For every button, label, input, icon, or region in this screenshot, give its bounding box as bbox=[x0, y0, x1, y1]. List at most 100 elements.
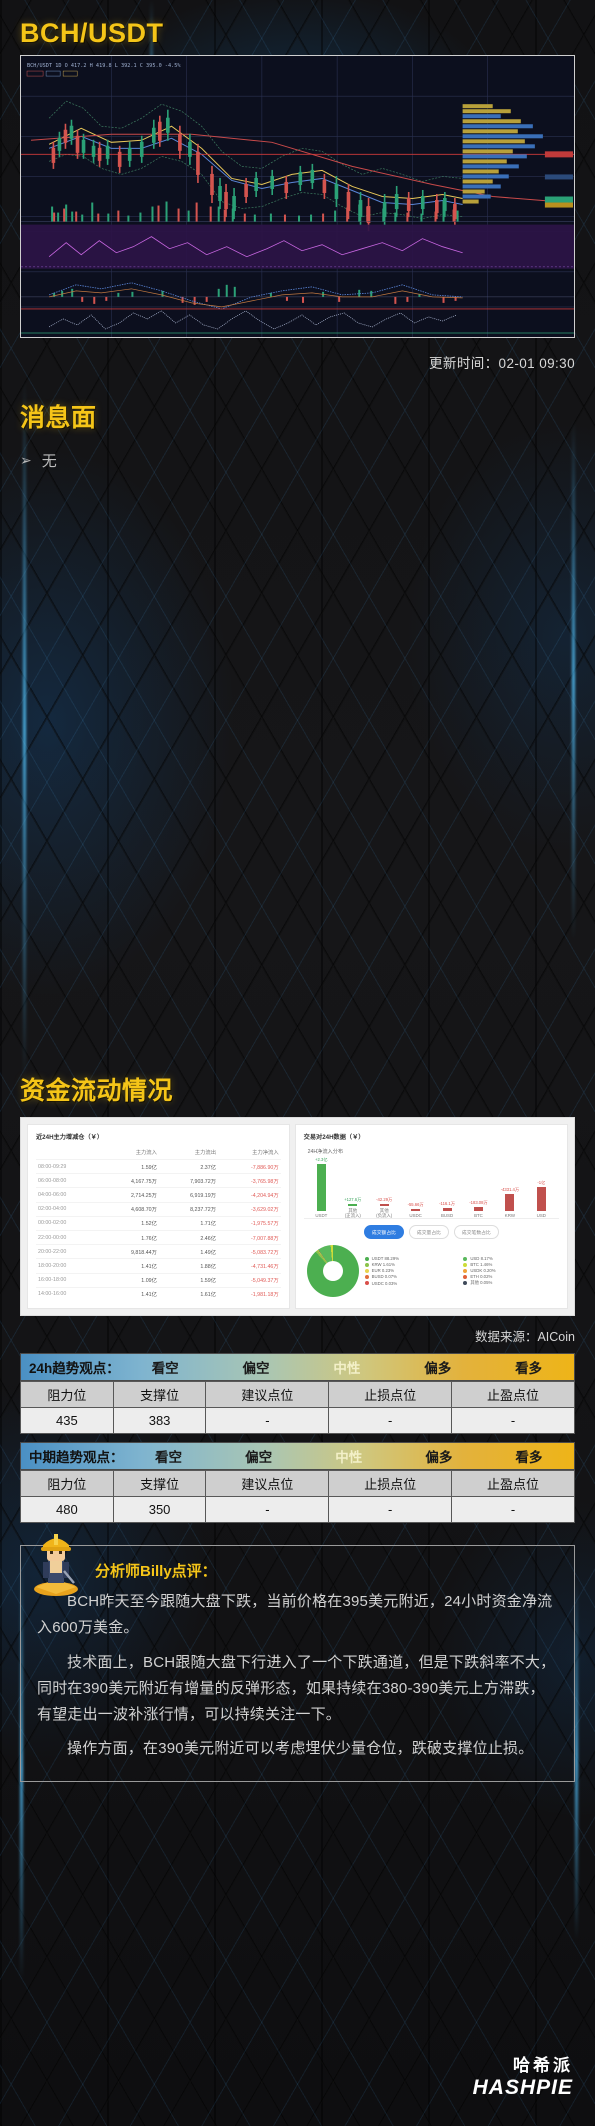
bar-rect bbox=[379, 1204, 389, 1206]
cell-outflow: 1.49亿 bbox=[158, 1244, 218, 1259]
cell-outflow: 1.88亿 bbox=[158, 1258, 218, 1274]
table-row: 22:00-00:00 1.76亿 2.46亿 -7,007.88万 bbox=[36, 1229, 281, 1245]
brand-name-cn: 哈希派 bbox=[513, 2055, 573, 2075]
bar-category-label: BTC bbox=[474, 1212, 483, 1218]
td-support: 350 bbox=[112, 1496, 207, 1524]
trend-24h-scale: 看空 偏空 中性 偏多 看多 bbox=[120, 1357, 574, 1377]
scale-neutral: 中性 bbox=[335, 1450, 363, 1466]
ratio-donut-chart bbox=[306, 1245, 359, 1298]
bar-column: +127.6万 其他 (正流入) bbox=[337, 1157, 368, 1218]
th-resistance: 阻力位 bbox=[20, 1381, 114, 1409]
trend-mid-label: 中期趋势观点： bbox=[29, 1450, 124, 1466]
td-support: 383 bbox=[112, 1407, 207, 1435]
cell-inflow: 1.41亿 bbox=[99, 1258, 159, 1274]
legend-color-swatch bbox=[364, 1256, 369, 1261]
table-row: 18:00-20:00 1.41亿 1.88亿 -4,731.46万 bbox=[36, 1258, 281, 1274]
legend-label: BTC 1.46% bbox=[470, 1262, 493, 1268]
page-title: BCH/USDT bbox=[20, 18, 164, 48]
pair-24h-data-panel: 交易对24H数据（￥） 24H净流入分布 +2.3亿 USDT +127.6万 其他(… bbox=[294, 1124, 568, 1310]
scale-slightly-bearish: 偏空 bbox=[245, 1450, 273, 1466]
cell-inflow: 1.59亿 bbox=[99, 1159, 159, 1174]
cell-outflow: 1.61亿 bbox=[158, 1286, 218, 1301]
cell-time: 20:00-22:00 bbox=[36, 1244, 100, 1259]
analyst-paragraph: 操作方面，在390美元附近可以考虑埋伏少量仓位，跌破支撑位止损。 bbox=[67, 1740, 534, 1758]
bars-title: 24H净流入分布 bbox=[307, 1149, 344, 1156]
legend-item: 其他 0.05% bbox=[463, 1280, 556, 1286]
th-entry: 建议点位 bbox=[205, 1381, 330, 1409]
legend-label: USDC 0.03% bbox=[371, 1280, 398, 1286]
legend-item: BTC 1.46% bbox=[463, 1262, 556, 1267]
td-takeprofit: - bbox=[451, 1496, 575, 1524]
cell-inflow: 9,818.44万 bbox=[99, 1244, 159, 1259]
legend-label: USDK 0.20% bbox=[470, 1268, 496, 1274]
trend-24h-table: 阻力位 支撑位 建议点位 止损点位 止盈点位 435 383 - - - bbox=[20, 1381, 575, 1435]
trend-mid-block: 中期趋势观点： 看空 偏空 中性 偏多 看多 阻力位 支撑位 建议点位 止损点位… bbox=[20, 1442, 575, 1524]
table-row: 20:00-22:00 9,818.44万 1.49亿 -5,083.72万 bbox=[36, 1244, 281, 1259]
table-row: 16:00-18:00 1.09亿 1.59亿 -5,049.37万 bbox=[36, 1272, 281, 1288]
fund-flow-card[interactable]: 近24H主力增减仓（￥） 主力流入 主力流出 主力净流入 08:00-09:29… bbox=[20, 1117, 575, 1317]
legend-label: EUR 0.23% bbox=[371, 1268, 395, 1274]
ratio-tab-2[interactable]: 成交笔数占比 bbox=[453, 1225, 499, 1240]
trend-mid-table: 阻力位 支撑位 建议点位 止损点位 止盈点位 480 350 - - - bbox=[20, 1470, 575, 1524]
scale-slightly-bearish: 偏空 bbox=[242, 1361, 270, 1377]
td-entry: - bbox=[205, 1407, 330, 1435]
trend-mid-value-row: 480 350 - - - bbox=[20, 1496, 575, 1524]
scale-bullish: 看多 bbox=[515, 1450, 543, 1466]
legend-label: ETH 0.02% bbox=[470, 1274, 493, 1280]
legend-item: USDT 88.29% bbox=[364, 1256, 458, 1262]
scale-slightly-bullish: 偏多 bbox=[424, 1361, 452, 1377]
bar-rect bbox=[316, 1164, 326, 1211]
bar-value-label: +127.6万 bbox=[344, 1197, 362, 1203]
bar-column: -55.66万 USDC bbox=[400, 1157, 431, 1218]
td-resistance: 480 bbox=[20, 1496, 114, 1524]
legend-item: BUSD 0.07% bbox=[364, 1274, 458, 1279]
bar-value-label: +2.3亿 bbox=[315, 1157, 328, 1163]
td-takeprofit: - bbox=[451, 1407, 575, 1435]
legend-label: KRW 1.61% bbox=[371, 1262, 395, 1268]
cell-netflow: -1,981.18万 bbox=[218, 1286, 281, 1301]
bar-rect bbox=[442, 1207, 452, 1211]
cell-netflow: -4,731.46万 bbox=[218, 1258, 281, 1274]
analyst-paragraph: BCH昨天至今跟随大盘下跌，当前价格在395美元附近，24小时资金净流入600万… bbox=[37, 1593, 553, 1637]
ratio-tab-1[interactable]: 成交量占比 bbox=[408, 1225, 449, 1240]
analyst-paragraph: 技术面上，BCH跟随大盘下行进入了一个下跌通道，但是下跌斜率不大，同时在390美… bbox=[37, 1653, 556, 1724]
ratio-tab-0[interactable]: 成交额占比 bbox=[363, 1225, 404, 1240]
kline-chart-svg: BCH/USDT 1D O 417.2 H 419.8 L 392.1 C 39… bbox=[21, 56, 574, 338]
legend-color-swatch bbox=[463, 1268, 468, 1273]
cell-time: 04:00-06:00 bbox=[36, 1187, 100, 1203]
bar-rect bbox=[473, 1207, 483, 1211]
legend-item: EUR 0.23% bbox=[364, 1268, 458, 1274]
legend-item: KRW 1.61% bbox=[364, 1262, 458, 1268]
legend-item: ETH 0.02% bbox=[463, 1274, 556, 1279]
bar-value-label: -4331.4万 bbox=[500, 1186, 520, 1192]
trend-24h-label: 24h趋势观点： bbox=[29, 1361, 120, 1377]
cell-inflow: 1.76亿 bbox=[99, 1229, 159, 1245]
cell-inflow: 1.09亿 bbox=[99, 1272, 159, 1288]
legend-color-swatch bbox=[463, 1274, 468, 1279]
kline-chart-panel[interactable]: BCH/USDT 1D O 417.2 H 419.8 L 392.1 C 39… bbox=[20, 55, 575, 339]
cell-time: 18:00-20:00 bbox=[36, 1258, 100, 1274]
legend-label: USDT 88.29% bbox=[371, 1256, 400, 1262]
trend-mid-scale: 看空 偏空 中性 偏多 看多 bbox=[124, 1446, 575, 1466]
cell-time: 08:00-09:29 bbox=[36, 1159, 100, 1174]
bar-category-label: USDC bbox=[409, 1212, 422, 1218]
scale-slightly-bullish: 偏多 bbox=[425, 1450, 453, 1466]
th-takeprofit: 止盈点位 bbox=[451, 1381, 575, 1409]
cell-netflow: -7,886.90万 bbox=[218, 1159, 281, 1174]
bar-value-label: -183.08万 bbox=[469, 1200, 488, 1206]
bar-rect bbox=[505, 1193, 515, 1211]
trend-24h-block: 24h趋势观点： 看空 偏空 中性 偏多 看多 阻力位 支撑位 建议点位 止损点… bbox=[20, 1353, 575, 1435]
legend-color-swatch bbox=[364, 1274, 369, 1279]
update-time: 更新时间：02-01 09:30 bbox=[429, 356, 575, 372]
cell-time: 00:00-02:00 bbox=[36, 1215, 100, 1231]
cell-time: 02:00-04:00 bbox=[36, 1201, 100, 1217]
bar-rect bbox=[348, 1204, 358, 1206]
bar-value-label: -116.1万 bbox=[439, 1200, 455, 1206]
data-source: 数据来源：AICoin bbox=[474, 1330, 575, 1345]
td-entry: - bbox=[205, 1496, 330, 1524]
th-takeprofit: 止盈点位 bbox=[451, 1470, 575, 1498]
bar-column: -183.08万 BTC bbox=[463, 1157, 494, 1218]
svg-text:BCH/USDT 1D O 417.2 H 419.: BCH/USDT 1D O 417.2 H 419.8 L 392.1 C 39… bbox=[27, 63, 181, 69]
cell-outflow: 1.59亿 bbox=[158, 1272, 218, 1288]
analyst-section: 分析师Billy点评： BCH昨天至今跟随大盘下跌，当前价格在395美元附近，2… bbox=[20, 1534, 575, 1782]
